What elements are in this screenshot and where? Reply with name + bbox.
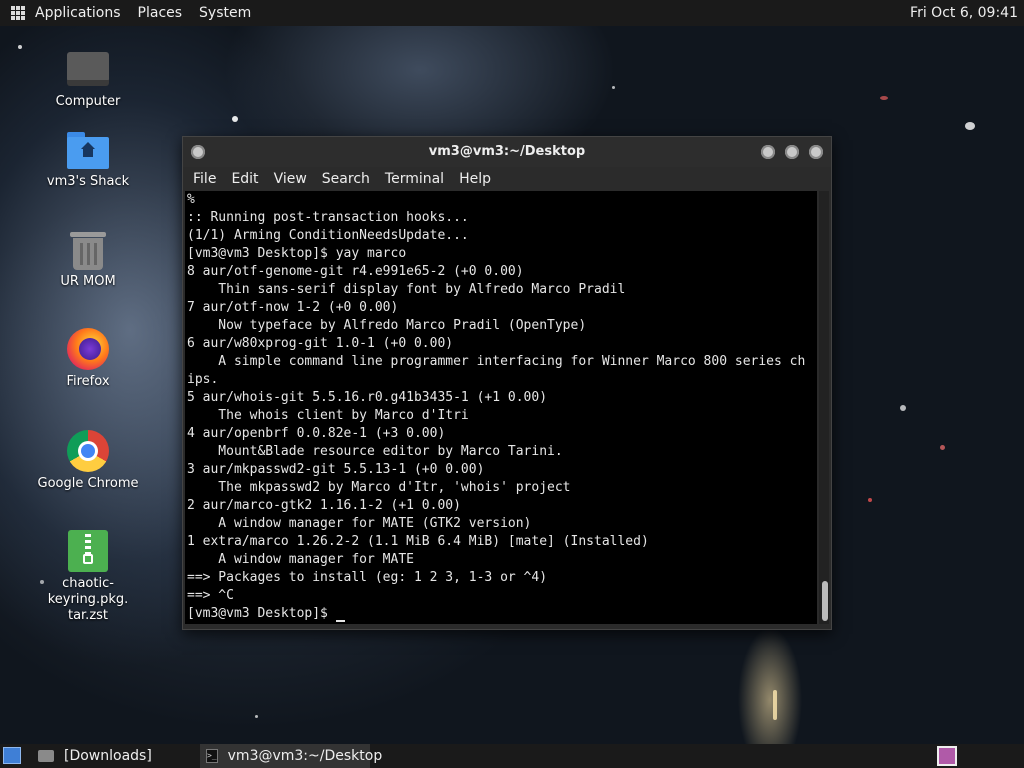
terminal-line: Thin sans-serif display font by Alfredo … <box>187 282 626 297</box>
desktop-icon-label: vm3's Shack <box>46 174 130 189</box>
firefox-icon <box>67 328 109 370</box>
terminal-prompt: [vm3@vm3 Desktop]$ <box>187 606 336 621</box>
star <box>900 405 906 411</box>
trash-icon <box>70 230 106 270</box>
star <box>612 86 615 89</box>
star <box>940 445 945 450</box>
menu-terminal[interactable]: Terminal <box>385 171 444 187</box>
terminal-line: A window manager for MATE (GTK2 version) <box>187 516 532 531</box>
scrollbar-thumb[interactable] <box>822 581 828 621</box>
terminal-cursor <box>335 620 345 622</box>
terminal-line: [vm3@vm3 Desktop]$ yay marco <box>187 246 407 261</box>
terminal-line: 1 extra/marco 1.26.2-2 (1.1 MiB 6.4 MiB)… <box>187 534 649 549</box>
desktop-icon-firefox[interactable]: Firefox <box>28 328 148 390</box>
desktop-icon-home[interactable]: vm3's Shack <box>28 132 148 190</box>
terminal-line: A simple command line programmer interfa… <box>187 354 806 369</box>
terminal-line: ==> ^C <box>187 588 234 603</box>
workspace-switcher[interactable] <box>937 746 957 766</box>
task-label: vm3@vm3:~/Desktop <box>227 748 383 764</box>
apps-grid-icon[interactable] <box>11 6 25 20</box>
clock[interactable]: Fri Oct 6, 09:41 <box>910 5 1018 21</box>
desktop-icon-label: Firefox <box>66 374 110 389</box>
desktop-icon-label: chaotic-keyring.pkg. tar.zst <box>47 576 129 623</box>
terminal-line: 2 aur/marco-gtk2 1.16.1-2 (+1 0.00) <box>187 498 461 513</box>
computer-icon <box>66 50 110 90</box>
terminal-output[interactable]: %:: Running post-transaction hooks...(1/… <box>185 191 817 624</box>
terminal-line: ==> Packages to install (eg: 1 2 3, 1-3 … <box>187 570 548 585</box>
star <box>255 715 258 718</box>
task-label: [Downloads] <box>64 748 152 764</box>
folder-icon <box>38 750 54 762</box>
terminal-line: 4 aur/openbrf 0.0.82e-1 (+3 0.00) <box>187 426 446 441</box>
task-terminal[interactable]: >_ vm3@vm3:~/Desktop <box>200 744 382 768</box>
star <box>965 122 975 130</box>
maximize-button[interactable] <box>785 145 799 159</box>
terminal-line: Now typeface by Alfredo Marco Pradil (Op… <box>187 318 587 333</box>
terminal-menubar: File Edit View Search Terminal Help <box>183 167 831 191</box>
desktop-icon-label: Computer <box>55 94 121 109</box>
home-folder-icon <box>67 132 109 170</box>
terminal-line: The whois client by Marco d'Itri <box>187 408 469 423</box>
task-downloads[interactable]: [Downloads] <box>34 744 194 768</box>
close-button[interactable] <box>809 145 823 159</box>
desktop-icon-trash[interactable]: UR MOM <box>28 230 148 290</box>
menu-help[interactable]: Help <box>459 171 491 187</box>
menu-search[interactable]: Search <box>322 171 370 187</box>
desktop-icon-chrome[interactable]: Google Chrome <box>28 430 148 492</box>
show-desktop-button[interactable] <box>3 747 21 764</box>
menu-view[interactable]: View <box>274 171 307 187</box>
archive-file-icon <box>68 530 108 572</box>
menu-system[interactable]: System <box>199 5 251 21</box>
menu-file[interactable]: File <box>193 171 216 187</box>
terminal-text: %:: Running post-transaction hooks...(1/… <box>185 191 817 623</box>
top-panel: Applications Places System Fri Oct 6, 09… <box>0 0 1024 26</box>
minimize-button[interactable] <box>761 145 775 159</box>
bottom-panel: [Downloads] >_ vm3@vm3:~/Desktop <box>0 744 1024 768</box>
star <box>880 96 888 100</box>
menu-places[interactable]: Places <box>138 5 183 21</box>
terminal-line: ips. <box>187 372 219 387</box>
terminal-scrollbar[interactable] <box>819 191 829 624</box>
terminal-line: 5 aur/whois-git 5.5.16.r0.g41b3435-1 (+1… <box>187 390 548 405</box>
desktop-icon-label: Google Chrome <box>37 476 139 491</box>
terminal-prompt-line: [vm3@vm3 Desktop]$ <box>187 605 817 623</box>
desktop-icon-archive[interactable]: chaotic-keyring.pkg. tar.zst <box>28 530 148 624</box>
terminal-line: Mount&Blade resource editor by Marco Tar… <box>187 444 563 459</box>
star <box>18 45 22 49</box>
terminal-line: 8 aur/otf-genome-git r4.e991e65-2 (+0 0.… <box>187 264 524 279</box>
terminal-line: 7 aur/otf-now 1-2 (+0 0.00) <box>187 300 399 315</box>
terminal-line: (1/1) Arming ConditionNeedsUpdate... <box>187 228 469 243</box>
menu-applications[interactable]: Applications <box>35 5 121 21</box>
star <box>868 498 872 502</box>
terminal-window[interactable]: vm3@vm3:~/Desktop File Edit View Search … <box>182 136 832 630</box>
desktop-icon-label: UR MOM <box>60 274 116 289</box>
desktop-icon-computer[interactable]: Computer <box>28 50 148 110</box>
terminal-line: 6 aur/w80xprog-git 1.0-1 (+0 0.00) <box>187 336 454 351</box>
terminal-line: % <box>187 192 195 207</box>
star <box>773 690 777 720</box>
terminal-line: :: Running post-transaction hooks... <box>187 210 469 225</box>
window-title: vm3@vm3:~/Desktop <box>428 144 586 159</box>
terminal-icon: >_ <box>206 749 218 763</box>
star <box>232 116 238 122</box>
window-titlebar[interactable]: vm3@vm3:~/Desktop <box>183 137 831 167</box>
terminal-line: 3 aur/mkpasswd2-git 5.5.13-1 (+0 0.00) <box>187 462 485 477</box>
menu-edit[interactable]: Edit <box>231 171 258 187</box>
terminal-line: The mkpasswd2 by Marco d'Itr, 'whois' pr… <box>187 480 571 495</box>
terminal-line: A window manager for MATE <box>187 552 414 567</box>
chrome-icon <box>67 430 109 472</box>
